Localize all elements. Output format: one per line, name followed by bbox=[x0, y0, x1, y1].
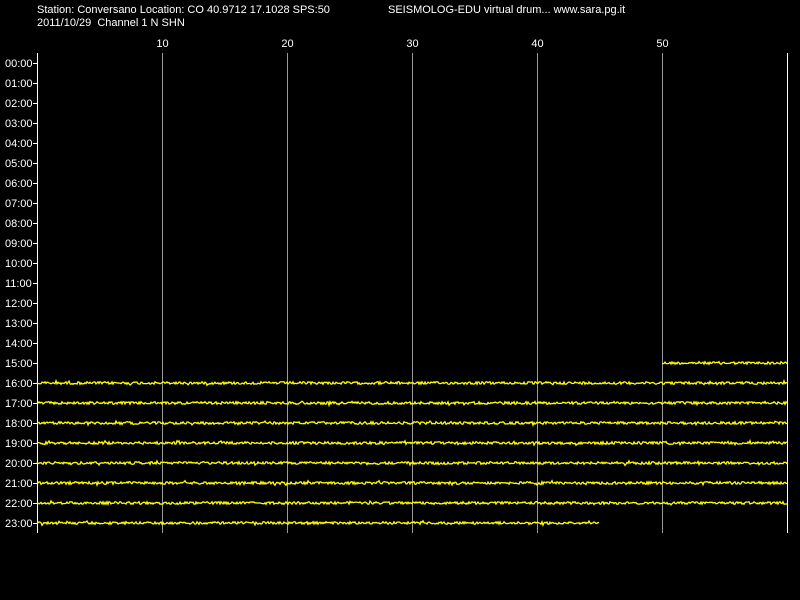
row-label: 03:00 bbox=[5, 118, 33, 130]
x-tick-label: 40 bbox=[531, 38, 543, 50]
row-label: 16:00 bbox=[5, 378, 33, 390]
row-label: 09:00 bbox=[5, 238, 33, 250]
row-label: 05:00 bbox=[5, 158, 33, 170]
row-label: 23:00 bbox=[5, 518, 33, 530]
trace-1500 bbox=[661, 360, 788, 366]
row-label: 14:00 bbox=[5, 338, 33, 350]
row-label: 17:00 bbox=[5, 398, 33, 410]
row-label: 10:00 bbox=[5, 258, 33, 270]
row-label: 22:00 bbox=[5, 498, 33, 510]
row-label: 02:00 bbox=[5, 98, 33, 110]
row-label: 01:00 bbox=[5, 78, 33, 90]
row-label: 04:00 bbox=[5, 138, 33, 150]
row-label: 21:00 bbox=[5, 478, 33, 490]
x-tick-label: 50 bbox=[656, 38, 668, 50]
x-tick-labels: 10 20 30 40 50 bbox=[156, 38, 668, 50]
row-labels: 00:00 01:00 02:00 03:00 04:00 05:00 06:00 07:00… bbox=[5, 58, 33, 530]
grid-lines bbox=[162, 53, 663, 533]
x-tick-label: 20 bbox=[281, 38, 293, 50]
row-label: 12:00 bbox=[5, 298, 33, 310]
row-label: 11:00 bbox=[5, 278, 32, 290]
row-label: 08:00 bbox=[5, 218, 33, 230]
trace-2300 bbox=[36, 519, 600, 528]
row-label: 13:00 bbox=[5, 318, 33, 330]
seismogram-drum-plot: 10 20 30 40 50 00:00 01:00 02:00 03:00 04:00 05:0… bbox=[5, 38, 788, 533]
row-label: 15:00 bbox=[5, 358, 33, 370]
plot-axes bbox=[33, 53, 788, 533]
row-label: 20:00 bbox=[5, 458, 33, 470]
x-tick-label: 10 bbox=[156, 38, 168, 50]
row-label: 06:00 bbox=[5, 178, 33, 190]
x-tick-label: 30 bbox=[406, 38, 418, 50]
row-label: 18:00 bbox=[5, 418, 33, 430]
row-label: 07:00 bbox=[5, 198, 33, 210]
row-label: 00:00 bbox=[5, 58, 33, 70]
row-label: 19:00 bbox=[5, 438, 33, 450]
